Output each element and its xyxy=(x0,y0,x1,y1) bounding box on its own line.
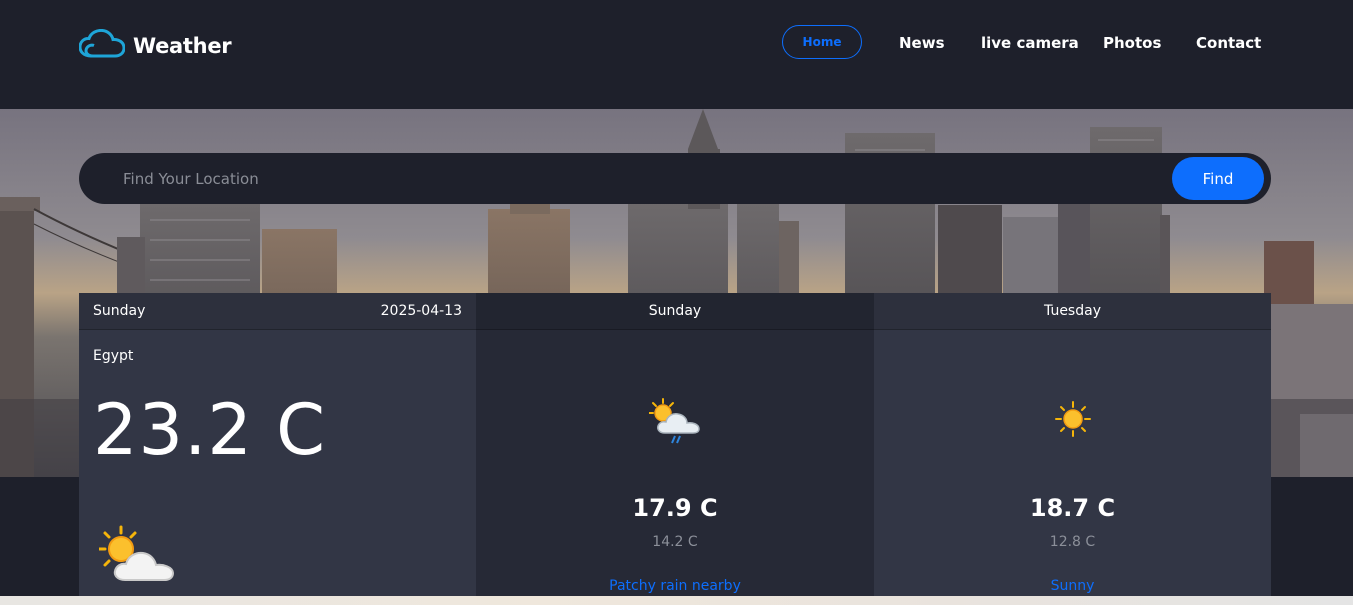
nav-home[interactable]: Home xyxy=(782,25,862,59)
partly-cloudy-icon xyxy=(97,525,177,587)
forecast-max-temp-1: 17.9 C xyxy=(632,494,718,522)
today-card: Sunday 2025-04-13 Egypt 23.2 C xyxy=(79,293,476,605)
forecast-condition-2: Sunny xyxy=(1050,578,1095,594)
today-location: Egypt xyxy=(93,348,134,364)
forecast-card-2: Tuesday 18.7 C 12.8 C Sunny xyxy=(874,293,1271,605)
nav-contact[interactable]: Contact xyxy=(1196,34,1261,52)
find-button[interactable]: Find xyxy=(1172,157,1264,200)
forecast-card-1: Sunday 17.9 C 14.2 C Patchy rain nearby xyxy=(476,293,874,605)
forecast-min-temp-1: 14.2 C xyxy=(652,534,698,550)
today-card-header: Sunday 2025-04-13 xyxy=(79,293,476,330)
today-day: Sunday xyxy=(93,303,146,319)
forecast-min-temp-2: 12.8 C xyxy=(1049,534,1096,550)
today-date: 2025-04-13 xyxy=(380,303,462,319)
patchy-rain-icon xyxy=(648,397,701,449)
taskbar-strip xyxy=(0,596,1353,605)
sun-icon xyxy=(1054,401,1091,441)
nav-live-camera[interactable]: live camera xyxy=(981,34,1079,52)
nav-photos[interactable]: Photos xyxy=(1103,34,1161,52)
brand-name: Weather xyxy=(133,34,232,58)
location-search-input[interactable] xyxy=(123,153,1123,204)
forecast-cards: Sunday 2025-04-13 Egypt 23.2 C Sunday 17… xyxy=(79,293,1271,605)
navbar: Weather Home News live camera Photos Con… xyxy=(0,0,1353,109)
today-temperature: 23.2 C xyxy=(93,389,326,471)
cloud-icon xyxy=(78,28,126,63)
location-search-bar: Find xyxy=(79,153,1271,204)
forecast-day-2: Tuesday xyxy=(874,293,1271,330)
brand-logo[interactable]: Weather xyxy=(78,28,232,63)
forecast-max-temp-2: 18.7 C xyxy=(1029,494,1116,522)
forecast-condition-1: Patchy rain nearby xyxy=(609,578,741,594)
forecast-day-1: Sunday xyxy=(476,293,874,330)
nav-news[interactable]: News xyxy=(899,34,945,52)
